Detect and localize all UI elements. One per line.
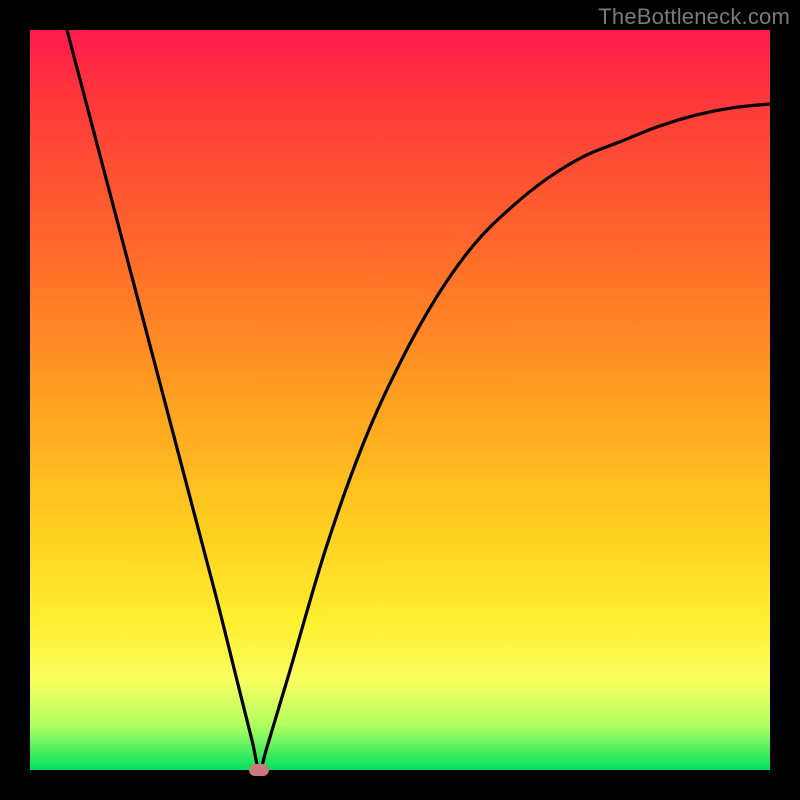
chart-frame: TheBottleneck.com <box>0 0 800 800</box>
minimum-marker <box>249 764 269 776</box>
curve-layer <box>30 30 770 770</box>
bottleneck-curve-path <box>67 30 770 770</box>
plot-area <box>30 30 770 770</box>
watermark-text: TheBottleneck.com <box>598 4 790 30</box>
